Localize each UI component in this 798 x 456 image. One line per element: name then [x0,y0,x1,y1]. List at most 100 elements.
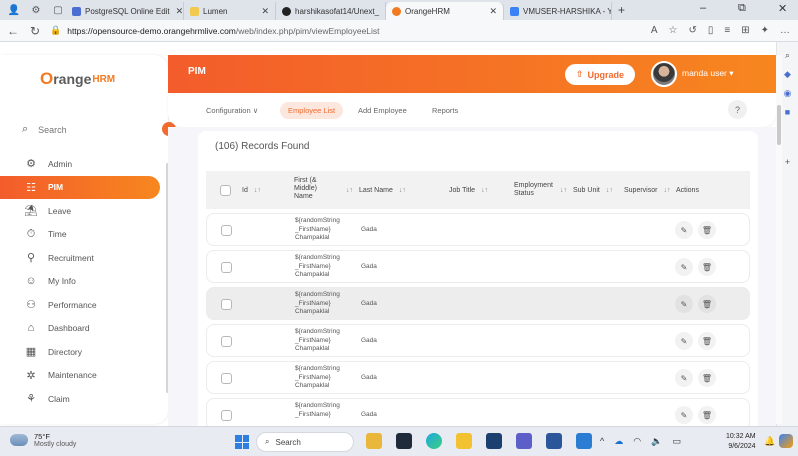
taskbar-search[interactable]: ⌕ Search [256,432,354,452]
row-checkbox[interactable] [221,373,232,384]
table-row[interactable]: ${randomString _FirstName} Champaklal Gada… [206,324,750,357]
edit-pencil-icon[interactable]: ✎ [675,221,693,239]
copilot-icon[interactable] [779,434,793,448]
teams-icon[interactable] [516,433,532,449]
minimize-button[interactable]: – [700,2,706,14]
chevron-up-icon[interactable]: ^ [600,436,604,447]
tab-close-icon[interactable]: ✕ [255,6,269,17]
header-supervisor[interactable]: Supervisor ↓↑ [624,187,670,194]
word-icon[interactable] [576,433,592,449]
sidebar-item-maintenance[interactable]: ✲ Maintenance [0,364,168,388]
sidebar-item-my-info[interactable]: ☺ My Info [0,270,168,294]
sort-icon[interactable]: ↓↑ [346,187,353,194]
table-row[interactable]: ${randomString _FirstName} Champaklal Gada… [206,287,750,320]
delete-trash-icon[interactable]: 🗑 [698,332,716,350]
back-icon[interactable]: ← [4,24,22,38]
sidebar-item-claim[interactable]: ⚘ Claim [0,387,168,411]
tab-postgresql[interactable]: PostgreSQL Online Edit ✕ [66,2,184,20]
sort-icon[interactable]: ↓↑ [606,187,613,194]
tab-configuration[interactable]: Configuration ∨ [198,102,266,119]
edit-pencil-icon[interactable]: ✎ [675,258,693,276]
sort-icon[interactable]: ↓↑ [663,187,670,194]
sidebar-search[interactable]: ⌕ Search [22,123,67,136]
favorites-list-icon[interactable]: ≡ [724,25,730,36]
weather-widget[interactable]: 75°F Mostly cloudy [10,432,76,448]
sidebar-item-recruitment[interactable]: ⚲ Recruitment [0,246,168,270]
edit-pencil-icon[interactable]: ✎ [675,369,693,387]
tab-vmuser[interactable]: VMUSER-HARSHIKA - Y ✕ [504,2,612,20]
split-screen-icon[interactable]: ▯ [708,25,714,36]
notification-bell-icon[interactable]: 🔔 [764,436,775,447]
sidebar-item-dashboard[interactable]: ⌂ Dashboard [0,317,168,341]
table-row[interactable]: ${randomString _FirstName} Champaklal Gada… [206,250,750,283]
store-icon[interactable] [486,433,502,449]
file-explorer-icon[interactable] [366,433,382,449]
tab-actions-icon[interactable]: ▢ [50,3,66,17]
refresh-ext-icon[interactable]: ↺ [688,25,696,36]
orangehrm-logo[interactable]: Orange HRM [40,67,115,91]
url-field[interactable]: 🔒 https://opensource-demo.orangehrmlive.… [50,23,590,39]
row-checkbox[interactable] [221,225,232,236]
row-checkbox[interactable] [221,336,232,347]
tab-orangehrm[interactable]: OrangeHRM ✕ [386,2,504,20]
header-id[interactable]: Id ↓↑ [242,187,261,194]
header-employment-status[interactable]: Employment Status [514,182,553,198]
windows-start-icon[interactable] [235,435,249,449]
sort-icon[interactable]: ↓↑ [560,187,567,194]
upgrade-button[interactable]: ⇧ Upgrade [565,64,635,85]
select-all-checkbox[interactable] [220,184,231,196]
edit-pencil-icon[interactable]: ✎ [675,332,693,350]
edit-pencil-icon[interactable]: ✎ [675,406,693,424]
scrollbar-thumb[interactable] [777,105,781,145]
help-button[interactable]: ? [728,100,747,119]
more-menu-icon[interactable]: … [780,25,790,36]
row-checkbox[interactable] [221,410,232,421]
folder-icon[interactable] [456,433,472,449]
delete-trash-icon[interactable]: 🗑 [698,406,716,424]
header-job-title[interactable]: Job Title ↓↑ [449,187,488,194]
battery-icon[interactable]: ▭ [672,436,681,447]
tab-add-employee[interactable]: Add Employee [350,102,415,119]
read-aloud-icon[interactable]: A [651,25,658,36]
avatar[interactable] [651,61,677,87]
tab-close-icon[interactable]: ✕ [379,6,385,17]
tab-reports[interactable]: Reports [424,102,466,119]
page-scrollbar[interactable] [776,55,782,424]
tab-lumen[interactable]: Lumen ✕ [184,2,276,20]
tab-github[interactable]: harshikasofat14/Unext_ ✕ [276,2,386,20]
terminal-icon[interactable] [396,433,412,449]
volume-icon[interactable]: 🔈 [651,436,662,447]
sort-icon[interactable]: ↓↑ [254,187,261,194]
header-sub-unit[interactable]: ↓↑ Sub Unit ↓↑ [560,187,613,194]
delete-trash-icon[interactable]: 🗑 [698,258,716,276]
tab-employee-list[interactable]: Employee List [280,102,344,119]
table-row[interactable]: ${randomString _FirstName} Gada ✎ 🗑 [206,398,750,426]
sidebar-item-time[interactable]: ⏱ Time [0,223,168,247]
table-row[interactable]: ${randomString _FirstName} Champaklal Gada… [206,213,750,246]
wifi-icon[interactable]: ◠ [633,436,641,447]
user-dropdown[interactable]: manda user ▾ [682,68,734,79]
header-first-name[interactable]: First (& Middle) Name [294,177,317,201]
outlook-icon[interactable] [546,433,562,449]
sort-icon[interactable]: ↓↑ [399,187,406,194]
table-row[interactable]: ${randomString _FirstName} Champaklal Gada… [206,361,750,394]
edit-pencil-icon[interactable]: ✎ [675,295,693,313]
extensions-icon[interactable]: ⚙ [28,3,44,17]
favorite-star-icon[interactable]: ☆ [669,25,678,36]
sort-icon[interactable]: ↓↑ [481,187,488,194]
new-tab-button[interactable]: + [618,3,625,17]
sidebar-item-leave[interactable]: ⛱ Leave [0,199,168,223]
delete-trash-icon[interactable]: 🗑 [698,221,716,239]
extensions-puzzle-icon[interactable]: ✦ [761,25,769,36]
delete-trash-icon[interactable]: 🗑 [698,295,716,313]
collections-icon[interactable]: ⊞ [741,25,749,36]
onedrive-cloud-icon[interactable]: ☁ [614,436,623,447]
row-checkbox[interactable] [221,299,232,310]
delete-trash-icon[interactable]: 🗑 [698,369,716,387]
reload-icon[interactable]: ↻ [26,24,44,38]
system-clock[interactable]: 10:32 AM 9/6/2024 [726,432,756,452]
lock-icon[interactable]: 🔒 [50,25,61,36]
tab-close-icon[interactable]: ✕ [170,6,183,17]
sidebar-item-pim[interactable]: ☷ PIM [0,175,160,199]
sidebar-item-admin[interactable]: ⚙ Admin [0,152,168,176]
